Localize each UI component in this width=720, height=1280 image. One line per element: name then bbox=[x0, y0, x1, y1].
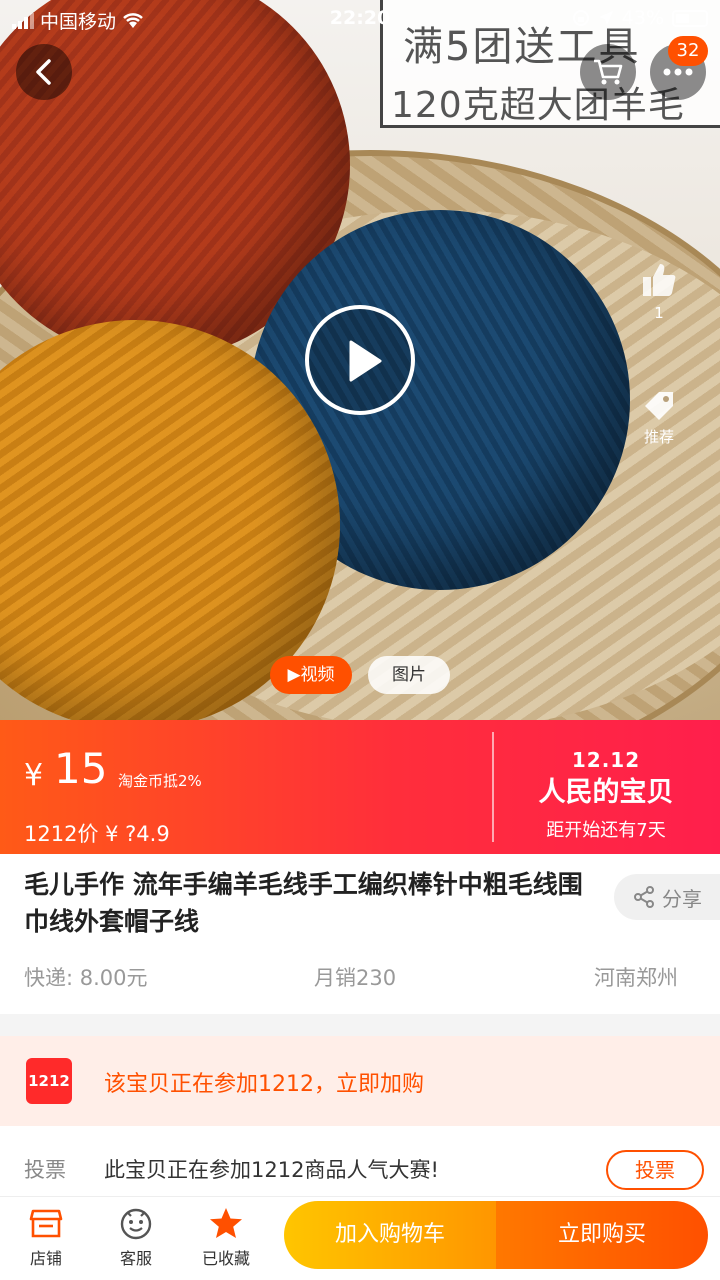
price-1212: 1212价 ¥ ?4.9 bbox=[24, 822, 170, 846]
shipping-fee: 快递: 8.00元 bbox=[24, 966, 148, 990]
product-page: 满5团送工具 120克超大团羊毛 中国移动 22:20 43% 32 1 推荐 bbox=[0, 0, 720, 1280]
status-bar: 中国移动 22:20 43% bbox=[0, 0, 720, 38]
monthly-sales: 月销230 bbox=[314, 966, 397, 990]
vote-button[interactable]: 投票 bbox=[606, 1150, 704, 1190]
event-1212-icon: 1212 bbox=[26, 1058, 72, 1104]
event-title: 人民的宝贝 bbox=[538, 777, 674, 808]
favorite-button[interactable]: 已收藏 bbox=[186, 1205, 266, 1269]
chevron-left-icon bbox=[36, 59, 51, 85]
back-button[interactable] bbox=[16, 44, 72, 100]
like-count: 1 bbox=[654, 304, 664, 322]
promo-overlay-line2: 120克超大团羊毛 bbox=[391, 85, 685, 126]
price-currency: ¥ bbox=[24, 758, 44, 793]
shop-button[interactable]: 店铺 bbox=[6, 1205, 86, 1269]
lock-rotation-icon bbox=[572, 10, 589, 26]
vote-row: 投票 此宝贝正在参加1212商品人气大赛! 投票 bbox=[0, 1126, 720, 1206]
favorited-label: 已收藏 bbox=[201, 1249, 250, 1268]
shop-label: 店铺 bbox=[29, 1249, 62, 1268]
tab-photo[interactable]: 图片 bbox=[368, 656, 450, 694]
battery-icon bbox=[672, 9, 708, 27]
share-icon bbox=[634, 886, 654, 908]
like-button[interactable]: 1 bbox=[636, 260, 682, 322]
cart-icon bbox=[594, 59, 623, 85]
share-label: 分享 bbox=[662, 886, 702, 911]
coin-discount-note: 淘金币抵2% bbox=[118, 772, 202, 790]
recommend-label: 推荐 bbox=[643, 428, 674, 446]
status-right: 43% bbox=[572, 7, 708, 29]
event-countdown: 距开始还有7天 bbox=[546, 820, 666, 841]
vote-label: 投票 bbox=[24, 1158, 66, 1182]
share-button[interactable]: 分享 bbox=[614, 874, 720, 920]
vote-description: 此宝贝正在参加1212商品人气大赛! bbox=[104, 1158, 439, 1182]
product-title: 毛儿手作 流年手编羊毛线手工编织棒针中粗毛线围巾线外套帽子线 bbox=[24, 870, 583, 936]
event-logo-1212: 12.12 bbox=[571, 748, 641, 772]
thumbs-up-icon bbox=[643, 264, 676, 296]
price-banner: ¥ 15 淘金币抵2% 1212价 ¥ ?4.9 12.12 人民的宝贝 距开始… bbox=[0, 720, 720, 854]
battery-percent: 43% bbox=[621, 7, 664, 29]
shop-icon bbox=[29, 1209, 63, 1238]
play-icon bbox=[349, 340, 382, 382]
customer-service-button[interactable]: 客服 bbox=[96, 1205, 176, 1269]
tab-video[interactable]: ▶视频 bbox=[270, 656, 352, 694]
buy-now-button[interactable]: 立即购买 bbox=[496, 1201, 708, 1269]
ship-location: 河南郑州 bbox=[594, 966, 678, 990]
add-to-cart-button[interactable]: 加入购物车 bbox=[284, 1201, 496, 1269]
event-promo-row[interactable]: 1212 该宝贝正在参加1212，立即加购 bbox=[0, 1036, 720, 1126]
product-info-card: 毛儿手作 流年手编羊毛线手工编织棒针中粗毛线围巾线外套帽子线 分享 快递: 8.… bbox=[0, 854, 720, 1014]
recommend-button[interactable]: 推荐 bbox=[636, 388, 682, 447]
more-dots-icon bbox=[663, 68, 693, 76]
location-icon bbox=[598, 11, 613, 25]
price-value: 15 bbox=[54, 744, 108, 793]
event-promo-text: 该宝贝正在参加1212，立即加购 bbox=[104, 1072, 424, 1097]
cart-count-badge: 32 bbox=[668, 36, 708, 66]
cart-button[interactable] bbox=[580, 44, 636, 100]
play-video-button[interactable] bbox=[305, 305, 415, 415]
star-icon bbox=[210, 1208, 242, 1238]
service-face-icon bbox=[120, 1208, 152, 1240]
bottom-action-bar: 店铺 客服 已收藏 加入购物车 立即购买 bbox=[0, 1196, 720, 1280]
tag-icon bbox=[645, 392, 673, 420]
service-label: 客服 bbox=[119, 1249, 152, 1268]
